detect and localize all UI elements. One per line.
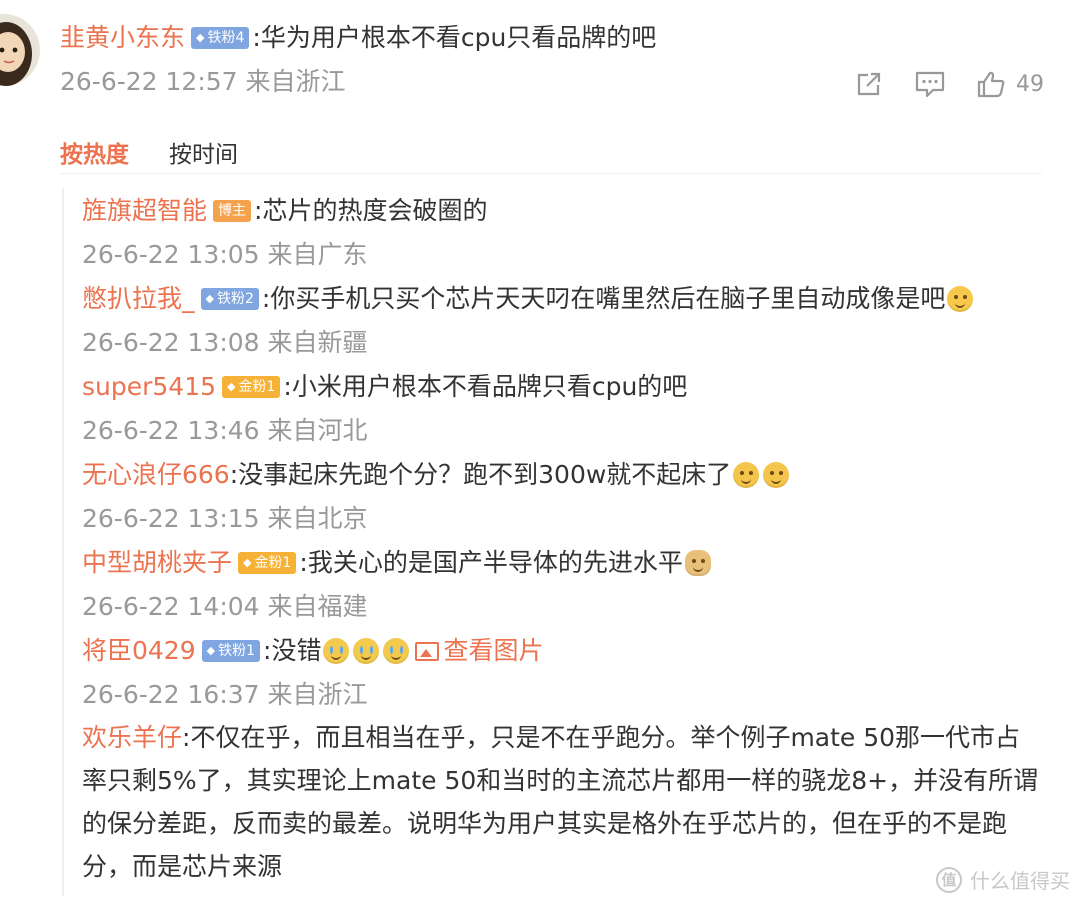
badge-label: 铁粉2 [216,291,254,307]
facepalm-emoji-icon [763,462,790,488]
reply-text: :你买手机只买个芯片天天叼在嘴里然后在脑子里自动成像是吧 [261,284,946,313]
crown-icon: ◆ [227,380,236,393]
question-face-emoji-icon [947,286,974,312]
badge-label: 铁粉1 [218,643,256,659]
crying-emoji-icon [383,638,410,664]
tab-sort-by-hot[interactable]: 按热度 [60,135,129,169]
reply-timestamp: 26-6-22 16:37 来自浙江 [82,680,368,709]
share-icon [857,72,881,96]
fan-badge: ◆ 金粉1 [238,552,297,574]
reply-username[interactable]: 无心浪仔666 [82,452,230,498]
diamond-icon: ◆ [205,292,214,305]
fan-badge: ◆ 金粉1 [222,376,281,398]
reply-username[interactable]: 旌旗超智能 [82,188,207,234]
reply-list: 旌旗超智能 博主 :芯片的热度会破圈的 26-6-22 13:05 来自广东 憋… [62,188,1052,896]
diamond-icon: ◆ [196,31,205,44]
reply-timestamp: 26-6-22 14:04 来自福建 [82,592,368,621]
badge-label: 铁粉4 [207,30,245,46]
reply-item: 憋扒拉我_ ◆ 铁粉2 :你买手机只买个芯片天天叼在嘴里然后在脑子里自动成像是吧 … [82,276,1052,364]
like-count: 49 [1016,71,1044,97]
reply-timestamp: 26-6-22 13:08 来自新疆 [82,328,368,357]
reply-timestamp: 26-6-22 13:46 来自河北 [82,416,368,445]
reply-username[interactable]: 憋扒拉我_ [82,276,195,322]
crown-icon: ◆ [243,556,252,569]
comment-username[interactable]: 韭黄小东东 [60,16,185,60]
site-watermark: 值 什么值得买 [936,865,1070,894]
crying-emoji-icon [323,638,350,664]
reply-timestamp: 26-6-22 13:05 来自广东 [82,240,368,269]
crying-emoji-icon [353,638,380,664]
reply-text: :小米用户根本不看品牌只看cpu的吧 [283,372,688,401]
badge-label: 金粉1 [254,555,292,571]
reply-username[interactable]: 将臣0429 [82,628,196,674]
reply-text: :没错 [263,636,322,665]
fan-badge: ◆ 铁粉2 [200,288,259,310]
comment-actions: 49 [854,64,1044,104]
reply-item: 欢乐羊仔:不仅在乎，而且相当在乎，只是不在乎跑分。举个例子mate 50那一代市… [82,716,1052,888]
watermark-text: 什么值得买 [970,869,1070,893]
doge-emoji-icon [684,550,711,576]
reply-text: :没事起床先跑个分？跑不到300w就不起床了 [229,460,732,489]
fan-badge: ◆ 铁粉1 [201,640,261,662]
fan-badge: ◆ 铁粉4 [191,27,250,49]
reply-item: 中型胡桃夹子 ◆ 金粉1 :我关心的是国产半导体的先进水平 26-6-22 14:… [82,540,1052,628]
reply-timestamp: 26-6-22 13:15 来自北京 [82,504,368,533]
sort-tabs: 按热度 按时间 [60,130,1042,174]
like-button[interactable]: 49 [976,69,1044,99]
reply-text: :我关心的是国产半导体的先进水平 [299,548,683,577]
tab-sort-by-time[interactable]: 按时间 [169,135,238,169]
diamond-icon: ◆ [206,644,216,657]
comment-text: :华为用户根本不看cpu只看品牌的吧 [252,23,657,52]
smzdm-logo-icon: 值 [936,866,962,893]
reply-text: :芯片的热度会破圈的 [254,196,488,225]
reply-username[interactable]: 中型胡桃夹子 [82,540,232,586]
view-image-link[interactable]: 查看图片 [415,628,543,674]
reply-button[interactable] [914,69,946,99]
view-image-label: 查看图片 [443,636,544,665]
thumbs-up-icon [977,71,1005,98]
image-icon [415,641,440,661]
avatar[interactable] [0,12,42,88]
reply-username[interactable]: 欢乐羊仔 [82,723,182,752]
badge-label: 金粉1 [238,379,276,395]
reply-item: 将臣0429 ◆ 铁粉1 :没错 查看图片 26-6-22 16:37 来自浙江 [82,628,1052,716]
reply-username[interactable]: super5415 [82,364,216,410]
share-button[interactable] [854,69,884,99]
reply-item: 旌旗超智能 博主 :芯片的热度会破圈的 26-6-22 13:05 来自广东 [82,188,1052,276]
reply-item: 无心浪仔666 :没事起床先跑个分？跑不到300w就不起床了 26-6-22 1… [82,452,1052,540]
reply-item: super5415 ◆ 金粉1 :小米用户根本不看品牌只看cpu的吧 26-6-2… [82,364,1052,452]
blogger-badge: 博主 [213,200,252,222]
comment-icon [915,71,945,98]
reply-text: :不仅在乎，而且相当在乎，只是不在乎跑分。举个例子mate 50那一代市占率只剩… [82,723,1039,881]
facepalm-emoji-icon [733,462,760,488]
